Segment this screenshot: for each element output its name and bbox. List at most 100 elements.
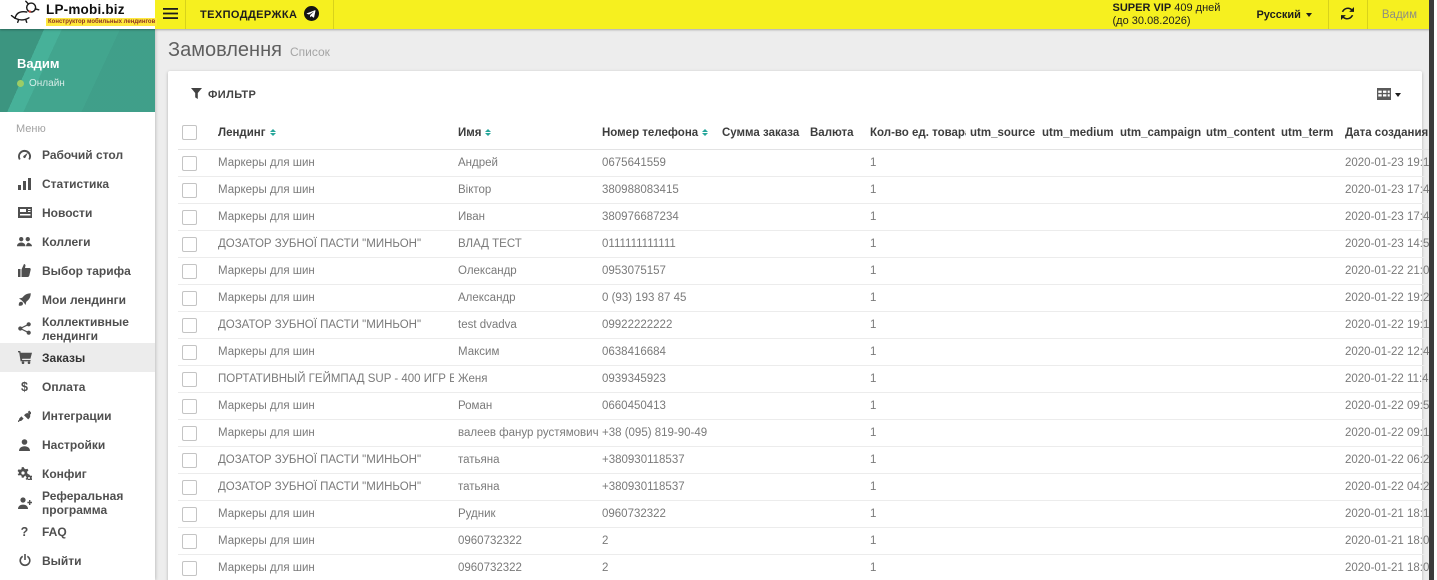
support-button[interactable]: ТЕХПОДДЕРЖКА [185, 0, 335, 29]
cell-utm-content [1202, 176, 1277, 204]
column-header-phone[interactable]: Номер телефона [598, 119, 718, 150]
sidebar-item-faq[interactable]: ? FAQ [0, 517, 155, 546]
sidebar-item-statistics[interactable]: Статистика [0, 169, 155, 198]
sidebar-toggle-button[interactable] [155, 0, 185, 29]
row-checkbox[interactable] [182, 506, 197, 522]
row-checkbox[interactable] [182, 560, 197, 576]
sidebar-item-logout[interactable]: Выйти [0, 546, 155, 575]
sort-icon[interactable] [702, 128, 709, 137]
language-select[interactable]: Русский [1240, 0, 1327, 29]
row-checkbox[interactable] [182, 290, 197, 306]
column-header-label: Дата создания [1345, 126, 1429, 139]
row-checkbox[interactable] [182, 155, 197, 171]
cell-name: Андрей [454, 149, 598, 177]
filter-button[interactable]: ФИЛЬТР [185, 87, 262, 103]
topbar-username[interactable]: Вадим [1368, 0, 1437, 29]
cell-sum [718, 338, 806, 366]
sidebar-item-config[interactable]: Конфиг [0, 459, 155, 488]
cell-qty: 1 [866, 392, 966, 420]
filter-label: ФИЛЬТР [208, 89, 257, 101]
row-checkbox[interactable] [182, 344, 197, 360]
sort-icon[interactable] [485, 128, 492, 137]
cell-utm-content [1202, 419, 1277, 447]
cell-created: 2020-01-21 18:06:48 [1341, 554, 1437, 580]
sidebar-item-news[interactable]: Новости [0, 198, 155, 227]
refresh-button[interactable] [1327, 0, 1368, 29]
sidebar-item-label: Коллеги [42, 234, 91, 249]
sidebar-item-referral[interactable]: Реферальная программа [0, 488, 155, 517]
cell-qty: 1 [866, 230, 966, 258]
cell-phone: 0953075157 [598, 257, 718, 285]
cell-sum [718, 284, 806, 312]
cell-utm-source [966, 500, 1038, 528]
column-header-created[interactable]: Дата создания [1341, 119, 1437, 150]
app-logo[interactable]: LP-mobi.biz Конструктор мобильных лендин… [0, 0, 158, 29]
columns-toggle-button[interactable] [1373, 87, 1405, 103]
cell-sum [718, 446, 806, 474]
cell-phone: 380976687234 [598, 203, 718, 231]
sidebar-item-label: Рабочий стол [42, 147, 124, 162]
cell-phone: 0939345923 [598, 365, 718, 393]
page-scrollbar[interactable] [1429, 0, 1437, 580]
cell-utm-term [1277, 203, 1341, 231]
cell-utm-medium [1038, 338, 1116, 366]
row-checkbox[interactable] [182, 263, 197, 279]
cell-utm-source [966, 149, 1038, 177]
cell-currency [806, 230, 866, 258]
row-checkbox[interactable] [182, 533, 197, 549]
power-icon [16, 554, 33, 567]
cell-created: 2020-01-22 21:08:31 [1341, 257, 1437, 285]
cell-utm-campaign [1116, 365, 1202, 393]
sort-icon[interactable] [269, 128, 276, 137]
cell-utm-content [1202, 527, 1277, 555]
cell-utm-medium [1038, 446, 1116, 474]
cell-created: 2020-01-22 04:25:31 [1341, 473, 1437, 501]
cell-utm-campaign [1116, 149, 1202, 177]
column-header-landing[interactable]: Лендинг [214, 119, 454, 150]
cell-utm-content [1202, 554, 1277, 580]
sidebar: Вадим Онлайн Меню Рабочий стол Статистик… [0, 29, 155, 580]
sidebar-item-integrations[interactable]: Интеграции [0, 401, 155, 430]
cell-sum [718, 392, 806, 420]
table-row: ДОЗАТОР ЗУБНОЇ ПАСТИ "МИНЬОН" test dvadv… [178, 311, 1437, 339]
row-checkbox[interactable] [182, 425, 197, 441]
sidebar-item-orders[interactable]: Заказы [0, 343, 155, 372]
sidebar-item-collective-landings[interactable]: Коллективные лендинги [0, 314, 155, 343]
telegram-icon [304, 5, 320, 24]
row-checkbox[interactable] [182, 398, 197, 414]
column-header-utm_medium: utm_medium [1038, 119, 1116, 150]
sidebar-item-tariff[interactable]: Выбор тарифа [0, 256, 155, 285]
sidebar-item-colleagues[interactable]: Коллеги [0, 227, 155, 256]
row-checkbox[interactable] [182, 452, 197, 468]
row-checkbox[interactable] [182, 317, 197, 333]
cell-utm-medium [1038, 176, 1116, 204]
hamburger-icon [162, 7, 178, 22]
cell-created: 2020-01-22 06:28:49 [1341, 446, 1437, 474]
column-header-label: Сумма заказа [722, 126, 800, 139]
sidebar-item-settings[interactable]: Настройки [0, 430, 155, 459]
cogs-icon [16, 467, 33, 480]
cell-utm-content [1202, 203, 1277, 231]
column-header-name[interactable]: Имя [454, 119, 598, 150]
table-row: Маркеры для шин Роман 0660450413 1 2020-… [178, 392, 1437, 420]
select-all-checkbox[interactable] [182, 125, 197, 140]
cell-utm-medium [1038, 500, 1116, 528]
sidebar-item-my-landings[interactable]: Мои лендинги [0, 285, 155, 314]
cell-utm-term [1277, 527, 1341, 555]
plan-name: SUPER VIP [1112, 1, 1172, 14]
row-checkbox[interactable] [182, 182, 197, 198]
cell-utm-source [966, 203, 1038, 231]
row-checkbox[interactable] [182, 236, 197, 252]
row-checkbox[interactable] [182, 371, 197, 387]
user-plus-icon [16, 496, 33, 509]
table-row: Маркеры для шин Андрей 0675641559 1 2020… [178, 149, 1437, 177]
sidebar-item-label: Настройки [42, 437, 106, 452]
row-checkbox[interactable] [182, 209, 197, 225]
row-checkbox[interactable] [182, 479, 197, 495]
cell-created: 2020-01-22 19:13:19 [1341, 311, 1437, 339]
sidebar-item-dashboard[interactable]: Рабочий стол [0, 140, 155, 169]
cell-landing: Маркеры для шин [214, 203, 454, 231]
cell-utm-content [1202, 257, 1277, 285]
scrollbar-thumb[interactable] [1429, 0, 1434, 580]
sidebar-item-payment[interactable]: $ Оплата [0, 372, 155, 401]
